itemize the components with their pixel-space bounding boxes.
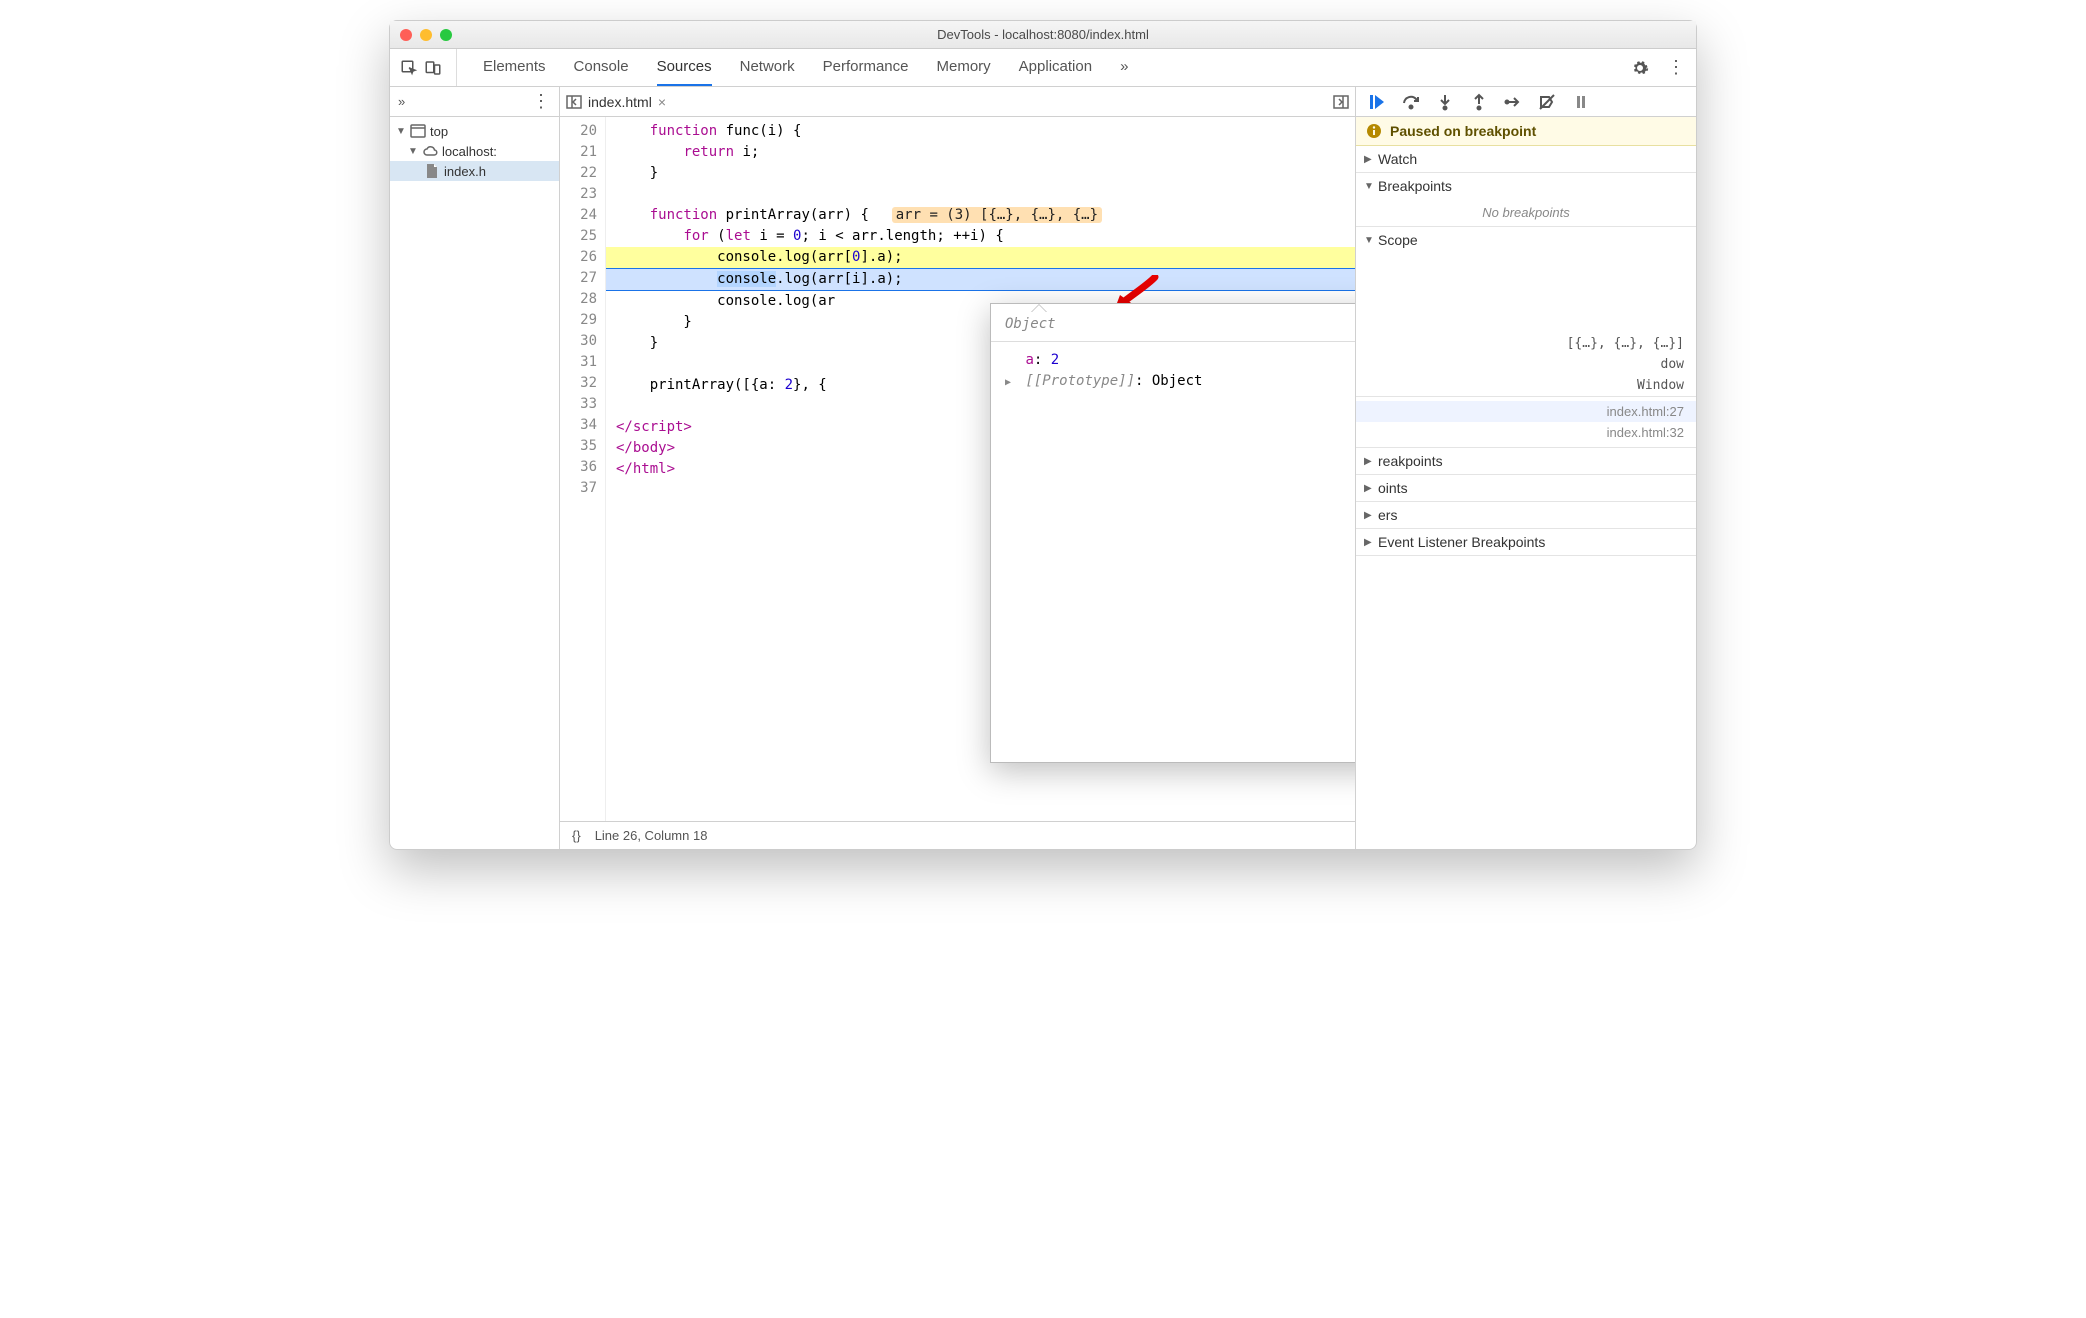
chevron-down-icon: ▼ <box>396 126 406 137</box>
code-line[interactable]: for (let i = 0; i < arr.length; ++i) { <box>606 226 1355 247</box>
line-gutter: 202122232425262728293031323334353637 <box>560 117 606 821</box>
scope-row[interactable]: Window <box>1356 375 1696 396</box>
popover-proto-row[interactable]: ▶ [[Prototype]]: Object <box>1005 371 1355 393</box>
section-watch-header[interactable]: ▶ Watch <box>1356 146 1696 172</box>
section-breakpoints-label: Breakpoints <box>1378 178 1452 194</box>
deactivate-breakpoints-icon[interactable] <box>1538 93 1556 111</box>
debugger-toolbar <box>1356 87 1696 117</box>
tree-file-index[interactable]: index.h <box>390 161 559 181</box>
resume-icon[interactable] <box>1368 93 1386 111</box>
tab-network[interactable]: Network <box>740 49 795 86</box>
section-event-header[interactable]: ▶Event Listener Breakpoints <box>1356 529 1696 555</box>
close-tab-icon[interactable]: × <box>658 94 666 110</box>
main-area: » ⋮ ▼ top ▼ localhost: index.h in <box>390 87 1696 849</box>
chevron-right-icon: ▶ <box>1364 154 1374 165</box>
section-callstack: index.html:27 index.html:32 <box>1356 397 1696 448</box>
navigator-overflow[interactable]: » <box>398 94 405 109</box>
popover-prop-row: a: 2 <box>1005 350 1355 371</box>
code-line[interactable]: console.log(arr[0].a); <box>606 247 1355 268</box>
step-into-icon[interactable] <box>1436 93 1454 111</box>
window-icon <box>410 123 426 139</box>
code-editor[interactable]: 202122232425262728293031323334353637 fun… <box>560 117 1355 821</box>
code-line[interactable]: } <box>606 163 1355 184</box>
step-out-icon[interactable] <box>1470 93 1488 111</box>
pretty-print-icon[interactable]: {} <box>572 828 581 843</box>
step-over-icon[interactable] <box>1402 93 1420 111</box>
scope-row[interactable]: [{…}, {…}, {…}] <box>1356 333 1696 354</box>
section-watch-label: Watch <box>1378 151 1417 167</box>
tab-sources[interactable]: Sources <box>657 49 712 86</box>
popover-proto-val: Object <box>1152 373 1203 389</box>
popover-prop-key: a <box>1025 352 1033 368</box>
window-title: DevTools - localhost:8080/index.html <box>390 27 1696 42</box>
code-line[interactable]: function func(i) { <box>606 121 1355 142</box>
cloud-icon <box>422 143 438 159</box>
more-icon[interactable]: ⋮ <box>1667 57 1686 78</box>
cursor-position: Line 26, Column 18 <box>595 828 708 843</box>
code-line[interactable] <box>606 184 1355 205</box>
tree-host-label: localhost: <box>442 144 497 159</box>
no-breakpoints-text: No breakpoints <box>1356 199 1696 226</box>
inspect-element-icon[interactable] <box>400 59 418 77</box>
file-tree: ▼ top ▼ localhost: index.h <box>390 117 559 185</box>
editor-statusbar: {} Line 26, Column 18 <box>560 821 1355 849</box>
tab-application[interactable]: Application <box>1019 49 1092 86</box>
file-icon <box>424 163 440 179</box>
section-xhr-header[interactable]: ▶reakpoints <box>1356 448 1696 474</box>
callstack-row[interactable]: index.html:32 <box>1356 422 1696 443</box>
tree-top-label: top <box>430 124 448 139</box>
code-line[interactable]: return i; <box>606 142 1355 163</box>
popover-proto-label: [[Prototype]] <box>1025 373 1135 389</box>
popover-prop-val: 2 <box>1051 352 1059 368</box>
panel-tabs: Elements Console Sources Network Perform… <box>483 49 1128 86</box>
value-popover: Object a: 2 ▶ [[Prototype]]: Object <box>990 303 1355 763</box>
toggle-navigator-icon[interactable] <box>566 94 582 110</box>
tab-memory[interactable]: Memory <box>937 49 991 86</box>
chevron-down-icon: ▼ <box>1364 181 1374 192</box>
paused-banner: Paused on breakpoint <box>1356 117 1696 146</box>
tab-elements[interactable]: Elements <box>483 49 546 86</box>
window-titlebar: DevTools - localhost:8080/index.html <box>390 21 1696 49</box>
editor-tabbar: index.html × <box>560 87 1355 117</box>
callstack-row[interactable]: index.html:27 <box>1356 401 1696 422</box>
editor-tab-index[interactable]: index.html × <box>588 94 666 110</box>
section-breakpoints: ▼ Breakpoints No breakpoints <box>1356 173 1696 227</box>
step-icon[interactable] <box>1504 93 1522 111</box>
scope-row[interactable]: dow <box>1356 354 1696 375</box>
editor-pane: index.html × 202122232425262728293031323… <box>560 87 1356 849</box>
pause-on-exceptions-icon[interactable] <box>1572 93 1590 111</box>
section-scope-header[interactable]: ▼ Scope <box>1356 227 1696 253</box>
tab-console[interactable]: Console <box>574 49 629 86</box>
toggle-debugger-icon[interactable] <box>1333 94 1349 110</box>
devtools-toolbar: Elements Console Sources Network Perform… <box>390 49 1696 87</box>
device-toolbar-icon[interactable] <box>424 59 442 77</box>
debugger-pane: Paused on breakpoint ▶ Watch ▼ Breakpoin… <box>1356 87 1696 849</box>
code-line[interactable]: function printArray(arr) { arr = (3) [{…… <box>606 205 1355 226</box>
info-icon <box>1366 123 1382 139</box>
paused-text: Paused on breakpoint <box>1390 123 1536 139</box>
section-scope-label: Scope <box>1378 232 1418 248</box>
tree-top[interactable]: ▼ top <box>390 121 559 141</box>
tabs-overflow[interactable]: » <box>1120 49 1128 86</box>
navigator-pane: » ⋮ ▼ top ▼ localhost: index.h <box>390 87 560 849</box>
tab-performance[interactable]: Performance <box>823 49 909 86</box>
section-dom-header[interactable]: ▶oints <box>1356 475 1696 501</box>
editor-tab-label: index.html <box>588 94 652 110</box>
section-breakpoints-header[interactable]: ▼ Breakpoints <box>1356 173 1696 199</box>
chevron-down-icon: ▼ <box>408 146 418 157</box>
section-watch: ▶ Watch <box>1356 146 1696 173</box>
section-scope: ▼ Scope [{…}, {…}, {…}] dow Window <box>1356 227 1696 397</box>
chevron-down-icon: ▼ <box>1364 235 1374 246</box>
code-line[interactable]: console.log(arr[i].a); <box>606 268 1355 291</box>
popover-title: Object <box>991 304 1355 342</box>
settings-icon[interactable] <box>1631 59 1649 77</box>
scope-body: [{…}, {…}, {…}] dow Window <box>1356 253 1696 396</box>
tree-file-label: index.h <box>444 164 486 179</box>
section-global-header[interactable]: ▶ers <box>1356 502 1696 528</box>
navigator-more-icon[interactable]: ⋮ <box>532 91 551 112</box>
tree-host[interactable]: ▼ localhost: <box>390 141 559 161</box>
